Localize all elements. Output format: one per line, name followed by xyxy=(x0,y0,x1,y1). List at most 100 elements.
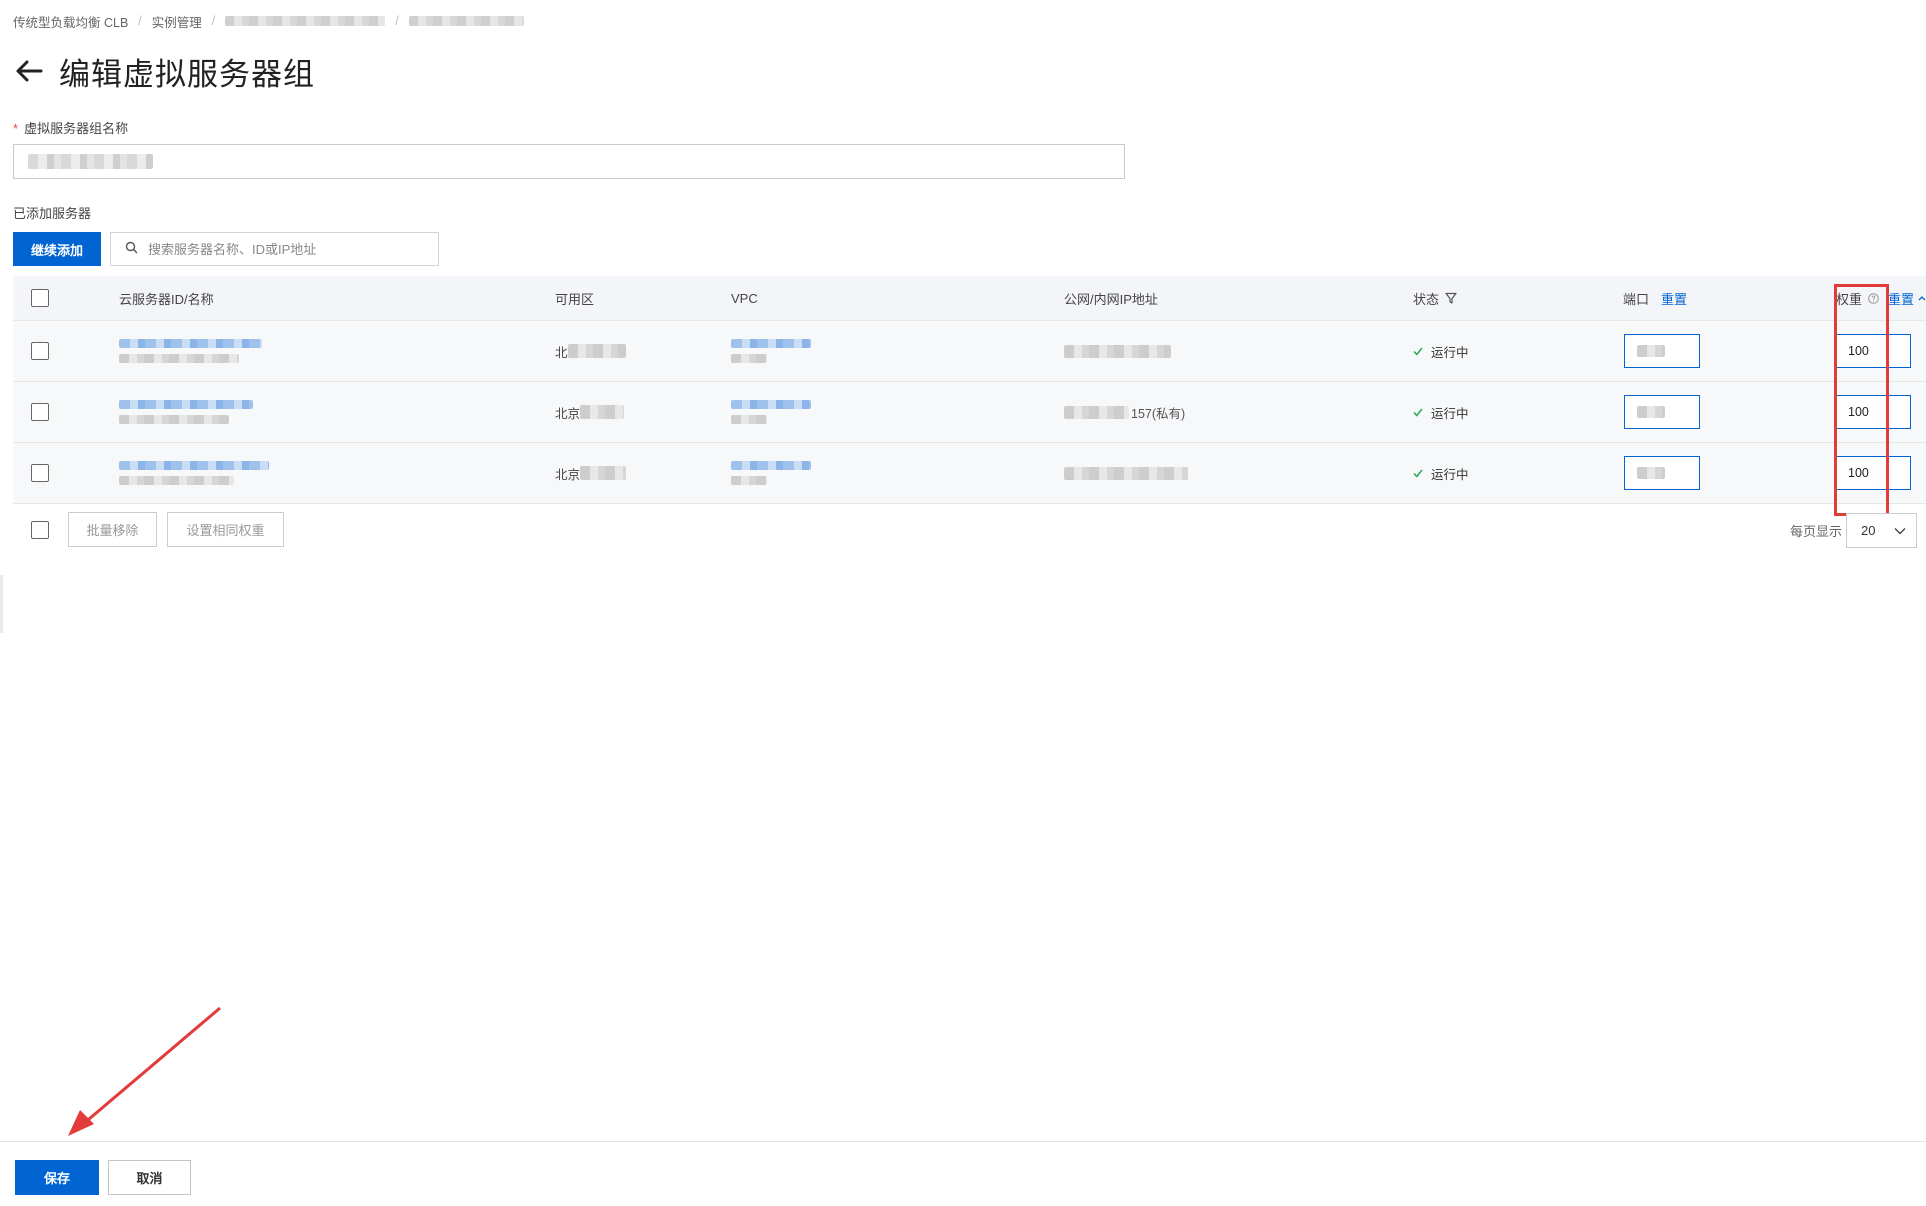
arrow-left-icon[interactable] xyxy=(13,55,45,87)
weight-input[interactable]: 100 xyxy=(1835,395,1911,429)
help-icon[interactable] xyxy=(1868,292,1879,304)
server-search[interactable] xyxy=(110,232,439,266)
breadcrumb-item-redacted xyxy=(408,16,524,26)
group-name-label: * 虚拟服务器组名称 xyxy=(13,118,128,137)
server-id-link[interactable] xyxy=(119,400,253,409)
port-cell xyxy=(1624,443,1700,503)
port-input[interactable] xyxy=(1624,395,1700,429)
status-text: 运行中 xyxy=(1431,345,1469,360)
table-row: 北 运行中 100 xyxy=(13,321,1926,382)
vpc-cell xyxy=(731,382,811,442)
col-status-label: 状态 xyxy=(1413,291,1440,307)
server-name xyxy=(119,476,234,485)
chevron-up-icon[interactable] xyxy=(1918,294,1926,302)
weight-cell: 100 xyxy=(1835,443,1911,503)
page-title: 编辑虚拟服务器组 xyxy=(59,56,315,92)
page-size-select[interactable]: 20 xyxy=(1846,512,1917,548)
vpc-cell xyxy=(731,443,811,503)
col-server: 云服务器ID/名称 xyxy=(119,291,214,307)
ip-cell xyxy=(1064,443,1188,503)
breadcrumb-item-instances[interactable]: 实例管理 xyxy=(152,12,202,31)
vpc-name xyxy=(731,415,767,424)
row-checkbox[interactable] xyxy=(31,342,49,360)
page-size-control: 每页显示 20 xyxy=(1790,512,1917,548)
server-id-link[interactable] xyxy=(119,461,269,470)
server-name xyxy=(119,415,229,424)
col-ip: 公网/内网IP地址 xyxy=(1064,291,1158,307)
weight-input[interactable]: 100 xyxy=(1835,334,1911,368)
port-reset-link[interactable]: 重置 xyxy=(1661,289,1687,308)
ip-cell xyxy=(1064,321,1171,381)
row-checkbox[interactable] xyxy=(31,403,49,421)
col-port-label: 端口 xyxy=(1623,291,1650,307)
left-edge-marker xyxy=(0,575,3,633)
status-text: 运行中 xyxy=(1431,467,1469,482)
port-redacted xyxy=(1637,345,1665,357)
zone-text: 北 xyxy=(555,345,568,360)
page-size-value: 20 xyxy=(1861,522,1876,538)
page-size-label: 每页显示 xyxy=(1789,523,1842,539)
zone-cell: 北京 xyxy=(555,443,627,503)
search-input[interactable] xyxy=(148,241,408,257)
set-same-weight-button[interactable]: 设置相同权重 xyxy=(167,512,284,547)
vpc-name xyxy=(731,476,767,485)
group-name-label-text: 虚拟服务器组名称 xyxy=(24,121,129,136)
continue-add-button[interactable]: 继续添加 xyxy=(13,232,101,266)
breadcrumb-item-redacted[interactable] xyxy=(225,16,386,26)
status-cell: 运行中 xyxy=(1413,443,1469,503)
server-id-link[interactable] xyxy=(119,339,262,348)
required-mark: * xyxy=(13,121,19,136)
breadcrumb-separator: / xyxy=(138,14,142,28)
row-checkbox-cell xyxy=(31,382,49,442)
weight-cell: 100 xyxy=(1835,382,1911,442)
table-header: 云服务器ID/名称 可用区 VPC 公网/内网IP地址 状态 端口 重置 权重 … xyxy=(13,276,1926,321)
ip-redacted xyxy=(1064,405,1129,419)
zone-text: 北京 xyxy=(555,406,581,421)
weight-reset-link[interactable]: 重置 xyxy=(1888,289,1914,308)
group-name-input[interactable] xyxy=(13,144,1125,179)
row-checkbox-cell xyxy=(31,321,49,381)
vpc-link[interactable] xyxy=(731,339,811,348)
server-id-cell xyxy=(119,321,262,381)
select-all-cell xyxy=(31,276,49,320)
zone-redacted xyxy=(580,466,627,480)
row-checkbox[interactable] xyxy=(31,464,49,482)
breadcrumb: 传统型负载均衡 CLB / 实例管理 / / xyxy=(13,12,524,31)
filter-icon[interactable] xyxy=(1445,292,1457,304)
server-id-cell xyxy=(119,382,253,442)
zone-text: 北京 xyxy=(555,467,581,482)
search-icon xyxy=(125,241,138,257)
status-cell: 运行中 xyxy=(1413,321,1469,381)
port-input[interactable] xyxy=(1624,334,1700,368)
ip-redacted xyxy=(1064,344,1171,358)
select-all-checkbox[interactable] xyxy=(31,289,49,307)
port-redacted xyxy=(1637,406,1665,418)
cancel-button[interactable]: 取消 xyxy=(108,1160,191,1195)
server-toolbar: 继续添加 xyxy=(13,232,439,266)
chevron-down-icon xyxy=(1894,523,1906,538)
page-header: 编辑虚拟服务器组 xyxy=(13,50,315,92)
weight-input[interactable]: 100 xyxy=(1835,456,1911,490)
ip-redacted xyxy=(1064,466,1188,480)
vpc-link[interactable] xyxy=(731,461,811,470)
breadcrumb-item-clb[interactable]: 传统型负载均衡 CLB xyxy=(13,12,128,31)
save-button[interactable]: 保存 xyxy=(15,1160,99,1195)
check-icon xyxy=(1413,469,1423,478)
arrow-annotation xyxy=(68,1006,221,1136)
port-cell xyxy=(1624,382,1700,442)
zone-redacted xyxy=(567,344,626,358)
check-icon xyxy=(1413,408,1423,417)
col-weight-label: 权重 xyxy=(1836,291,1863,307)
col-zone: 可用区 xyxy=(555,291,595,307)
redacted-value xyxy=(28,154,153,169)
ip-cell: 157(私有) xyxy=(1064,382,1185,442)
status-text: 运行中 xyxy=(1431,406,1469,421)
server-name xyxy=(119,354,239,363)
table-footer: 批量移除 设置相同权重 每页显示 20 xyxy=(13,512,1926,548)
vpc-link[interactable] xyxy=(731,400,811,409)
status-cell: 运行中 xyxy=(1413,382,1469,442)
port-input[interactable] xyxy=(1624,456,1700,490)
footer-select-all-checkbox[interactable] xyxy=(31,521,49,539)
batch-remove-button[interactable]: 批量移除 xyxy=(68,512,157,547)
port-redacted xyxy=(1637,467,1665,479)
